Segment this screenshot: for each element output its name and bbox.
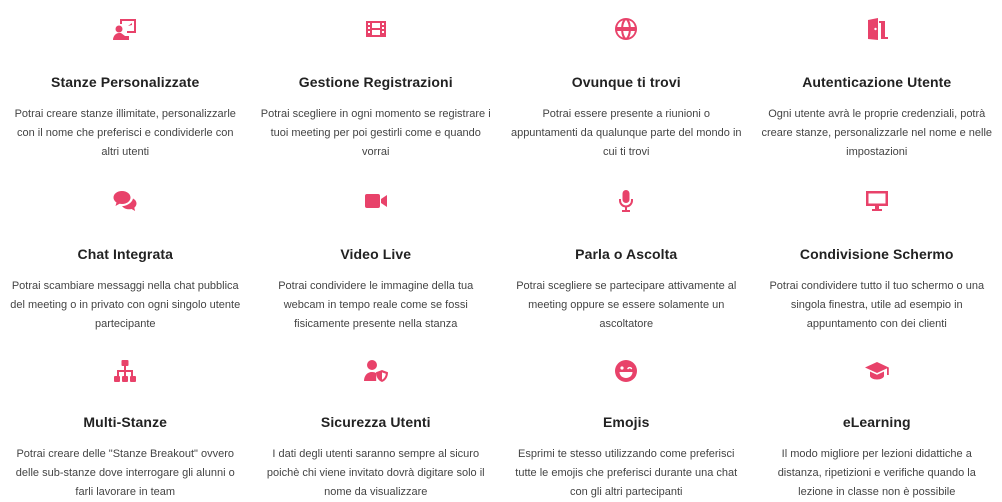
feature-card-chat-integrata: Chat Integrata Potrai scambiare messaggi…	[0, 172, 251, 344]
feature-card-multi-stanze: Multi-Stanze Potrai creare delle "Stanze…	[0, 344, 251, 502]
feature-title: Stanze Personalizzate	[51, 74, 200, 90]
feature-title: Autenticazione Utente	[802, 74, 952, 90]
feature-card-gestione-registrazioni: Gestione Registrazioni Potrai scegliere …	[251, 0, 502, 172]
feature-title: Ovunque ti trovi	[571, 74, 681, 90]
feature-card-elearning: eLearning Il modo migliore per lezioni d…	[752, 344, 1002, 502]
feature-description: Potrai scambiare messaggi nella chat pub…	[10, 280, 241, 330]
feature-title: Emojis	[602, 414, 650, 430]
graduation-cap-icon	[862, 358, 892, 384]
feature-card-ovunque-ti-trovi: Ovunque ti trovi Potrai essere presente …	[501, 0, 752, 172]
feature-title: Gestione Registrazioni	[298, 74, 453, 90]
feature-title: Multi-Stanze	[83, 414, 168, 430]
feature-card-emojis: Emojis Esprimi te stesso utilizzando com…	[501, 344, 752, 502]
sitemap-icon	[110, 358, 140, 384]
feature-title: Condivisione Schermo	[799, 246, 954, 262]
feature-description: Potrai scegliere in ogni momento se regi…	[260, 108, 491, 158]
chat-bubbles-icon	[110, 186, 140, 216]
feature-title: Sicurezza Utenti	[320, 414, 431, 430]
feature-description: Potrai creare delle "Stanze Breakout" ov…	[15, 448, 235, 498]
desktop-monitor-icon	[862, 186, 892, 216]
door-open-icon	[862, 14, 892, 44]
user-shield-icon	[361, 358, 391, 384]
feature-card-parla-o-ascolta: Parla o Ascolta Potrai scegliere se part…	[501, 172, 752, 344]
video-camera-icon	[361, 186, 391, 216]
feature-card-autenticazione-utente: Autenticazione Utente Ogni utente avrà l…	[752, 0, 1002, 172]
feature-card-video-live: Video Live Potrai condividere le immagin…	[251, 172, 502, 344]
feature-description: Ogni utente avrà le proprie credenziali,…	[761, 108, 993, 158]
feature-card-stanze-personalizzate: Stanze Personalizzate Potrai creare stan…	[0, 0, 251, 172]
feature-title: Parla o Ascolta	[575, 246, 678, 262]
globe-icon	[611, 14, 641, 44]
feature-description: Potrai condividere le immagine della tua…	[278, 280, 474, 330]
feature-description: Il modo migliore per lezioni didattiche …	[777, 448, 976, 498]
film-icon	[361, 14, 391, 44]
grin-wink-icon	[611, 358, 641, 384]
feature-title: Video Live	[340, 246, 412, 262]
feature-description: Potrai creare stanze illimitate, persona…	[14, 108, 236, 158]
feature-title: eLearning	[842, 414, 911, 430]
feature-description: Esprimi te stesso utilizzando come prefe…	[515, 448, 738, 498]
feature-card-sicurezza-utenti: Sicurezza Utenti I dati degli utenti sar…	[251, 344, 502, 502]
feature-description: Potrai scegliere se partecipare attivame…	[516, 280, 737, 330]
feature-description: I dati degli utenti saranno sempre al si…	[266, 448, 485, 498]
presentation-user-icon	[110, 14, 140, 44]
microphone-icon	[611, 186, 641, 216]
feature-title: Chat Integrata	[77, 246, 174, 262]
feature-description: Potrai condividere tutto il tuo schermo …	[769, 280, 985, 330]
feature-description: Potrai essere presente a riunioni o appu…	[510, 108, 742, 158]
feature-card-condivisione-schermo: Condivisione Schermo Potrai condividere …	[752, 172, 1002, 344]
features-grid: Stanze Personalizzate Potrai creare stan…	[0, 0, 1002, 502]
